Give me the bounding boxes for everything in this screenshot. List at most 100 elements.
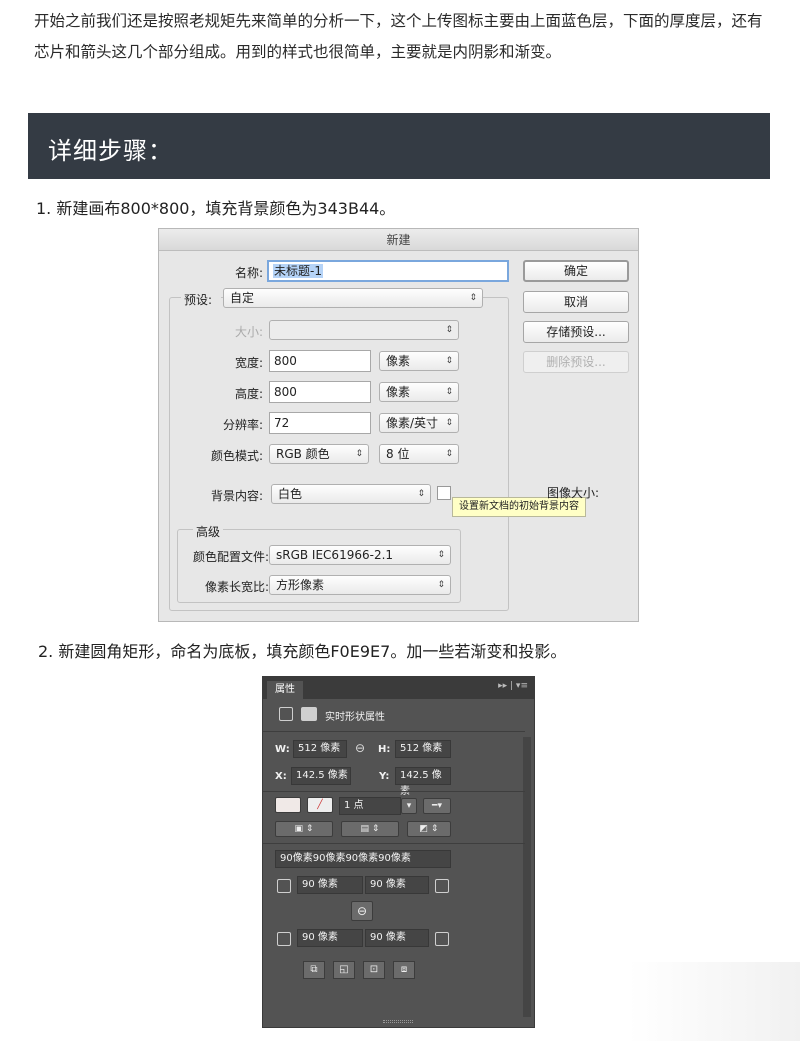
- select-arrows-icon: ⇕: [355, 449, 363, 459]
- h-input[interactable]: 512 像素: [395, 740, 451, 758]
- step-2-text: 2. 新建圆角矩形，命名为底板，填充颜色F0E9E7。加一些若渐变和投影。: [38, 642, 567, 661]
- preset-label: 预设:: [181, 291, 221, 308]
- corner-top-right-icon: [435, 879, 449, 893]
- size-select: ⇕: [269, 320, 459, 340]
- path-combine-icon[interactable]: ⧉: [303, 961, 325, 979]
- panel-header: 属性 ▸▸ | ▾≡: [263, 677, 534, 699]
- background-value: 白色: [278, 487, 303, 501]
- link-corners-icon[interactable]: ⊖: [351, 901, 373, 921]
- name-label: 名称:: [234, 266, 263, 280]
- height-label: 高度:: [234, 387, 263, 401]
- divider: [263, 731, 525, 732]
- select-arrows-icon: ⇕: [469, 293, 477, 303]
- width-unit-select[interactable]: 像素 ⇕: [379, 351, 459, 371]
- select-arrows-icon: ⇕: [445, 356, 453, 366]
- height-input[interactable]: 800: [269, 381, 371, 403]
- path-intersect-icon[interactable]: ⊡: [363, 961, 385, 979]
- select-arrows-icon: ⇕: [437, 580, 445, 590]
- w-input[interactable]: 512 像素: [293, 740, 347, 758]
- select-arrows-icon: ⇕: [445, 418, 453, 428]
- image-size-label: 图像大小:: [547, 486, 600, 500]
- section-header: 详细步骤：: [28, 113, 770, 179]
- color-mode-value: RGB 颜色: [276, 447, 330, 461]
- width-label: 宽度:: [234, 356, 263, 370]
- panel-scrollbar[interactable]: [523, 737, 531, 1017]
- fill-color-swatch[interactable]: [275, 797, 301, 813]
- new-document-dialog: 新建 名称: 未标题-1 预设: 自定 ⇕ 大小: ⇕ 宽度: 800 像素 ⇕ 高…: [158, 228, 639, 622]
- color-profile-label: 颜色配置文件:: [192, 550, 269, 564]
- delete-preset-button: 删除预设...: [523, 351, 629, 373]
- name-value: 未标题-1: [273, 264, 323, 278]
- panel-title: 实时形状属性: [325, 712, 385, 723]
- tab-properties[interactable]: 属性: [267, 681, 303, 699]
- corner-bottom-right-icon: [435, 932, 449, 946]
- pixel-aspect-select[interactable]: 方形像素 ⇕: [269, 575, 451, 595]
- w-label: W:: [275, 744, 290, 755]
- properties-panel: 属性 ▸▸ | ▾≡ 实时形状属性 W: 512 像素 ⊖ H: 512 像素 …: [262, 676, 535, 1028]
- name-input[interactable]: 未标题-1: [267, 260, 509, 282]
- background-select[interactable]: 白色 ⇕: [271, 484, 431, 504]
- path-exclude-icon[interactable]: ⧈: [393, 961, 415, 979]
- size-label: 大小:: [234, 325, 263, 339]
- height-unit: 像素: [386, 385, 411, 399]
- background-label: 背景内容:: [210, 489, 263, 503]
- stroke-join-select[interactable]: ◩ ⇕: [407, 821, 451, 837]
- corner-top-right-input[interactable]: 90 像素: [365, 876, 429, 894]
- resolution-input[interactable]: 72: [269, 412, 371, 434]
- corner-radius-summary[interactable]: 90像素90像素90像素90像素: [275, 850, 451, 868]
- step-1-text: 1. 新建画布800*800，填充背景颜色为343B44。: [36, 199, 396, 218]
- pixel-aspect-value: 方形像素: [276, 578, 325, 592]
- resolution-unit: 像素/英寸: [386, 416, 439, 430]
- y-input[interactable]: 142.5 像素: [395, 767, 451, 797]
- select-arrows-icon: ⇕: [445, 449, 453, 459]
- save-preset-button[interactable]: 存储预设...: [523, 321, 629, 343]
- divider: [263, 791, 525, 792]
- panel-resize-grip[interactable]: [383, 1020, 413, 1023]
- background-color-swatch[interactable]: [437, 486, 451, 500]
- dialog-title: 新建: [159, 229, 638, 251]
- intro-paragraph: 开始之前我们还是按照老规矩先来简单的分析一下，这个上传图标主要由上面蓝色层，下面…: [34, 12, 763, 61]
- select-arrows-icon: ⇕: [437, 550, 445, 560]
- stroke-width-dropdown-icon[interactable]: ▾: [401, 798, 417, 814]
- no-stroke-icon: ╱: [317, 800, 323, 810]
- color-mode-label: 颜色模式:: [210, 449, 263, 463]
- decorative-gradient: [628, 962, 800, 1041]
- color-profile-select[interactable]: sRGB IEC61966-2.1 ⇕: [269, 545, 451, 565]
- divider: [263, 843, 525, 844]
- color-mode-select[interactable]: RGB 颜色 ⇕: [269, 444, 369, 464]
- stroke-width-input[interactable]: 1 点: [339, 797, 401, 815]
- bit-depth-value: 8 位: [386, 447, 410, 461]
- section-title: 详细步骤：: [48, 137, 173, 165]
- link-dimensions-icon[interactable]: ⊖: [355, 741, 365, 755]
- corner-top-left-input[interactable]: 90 像素: [297, 876, 363, 894]
- stroke-cap-select[interactable]: ▤ ⇕: [341, 821, 399, 837]
- path-subtract-icon[interactable]: ◱: [333, 961, 355, 979]
- ok-button[interactable]: 确定: [523, 260, 629, 282]
- corner-bottom-right-input[interactable]: 90 像素: [365, 929, 429, 947]
- panel-menu-icon[interactable]: ▸▸ | ▾≡: [498, 681, 528, 691]
- height-unit-select[interactable]: 像素 ⇕: [379, 382, 459, 402]
- resolution-label: 分辨率:: [222, 418, 263, 432]
- cancel-button[interactable]: 取消: [523, 291, 629, 313]
- corner-bottom-left-input[interactable]: 90 像素: [297, 929, 363, 947]
- width-unit: 像素: [386, 354, 411, 368]
- x-input[interactable]: 142.5 像素: [291, 767, 351, 785]
- h-label: H:: [378, 744, 391, 755]
- bit-depth-select[interactable]: 8 位 ⇕: [379, 444, 459, 464]
- width-input[interactable]: 800: [269, 350, 371, 372]
- resolution-unit-select[interactable]: 像素/英寸 ⇕: [379, 413, 459, 433]
- y-label: Y:: [379, 771, 390, 782]
- stroke-align-select[interactable]: ▣ ⇕: [275, 821, 333, 837]
- corner-bottom-left-icon: [277, 932, 291, 946]
- mask-icon[interactable]: [301, 707, 317, 721]
- advanced-label: 高级: [193, 523, 224, 540]
- preset-value: 自定: [230, 291, 255, 305]
- shape-properties-icon[interactable]: [279, 707, 293, 721]
- select-arrows-icon: ⇕: [417, 489, 425, 499]
- select-arrows-icon: ⇕: [445, 387, 453, 397]
- pixel-aspect-label: 像素长宽比:: [204, 580, 269, 594]
- stroke-color-swatch[interactable]: ╱: [307, 797, 333, 813]
- stroke-style-dropdown[interactable]: ━▾: [423, 798, 451, 814]
- select-arrows-icon: ⇕: [445, 325, 453, 335]
- preset-select[interactable]: 自定 ⇕: [223, 288, 483, 308]
